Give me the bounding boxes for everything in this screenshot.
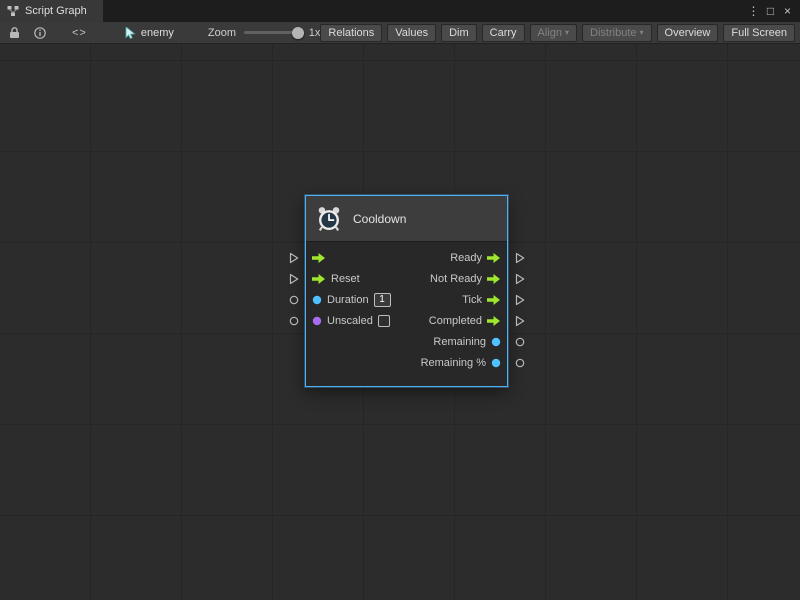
graph-name: enemy	[141, 27, 174, 39]
flow-output-port-completed[interactable]	[487, 315, 501, 327]
value-input-connector-unscaled[interactable]	[289, 316, 299, 326]
flow-input-port[interactable]	[312, 252, 326, 264]
window-controls: ⋮ □ ×	[745, 0, 800, 22]
port-label-unscaled: Unscaled	[327, 315, 373, 327]
unscaled-checkbox[interactable]	[378, 315, 390, 327]
port-row: Reset Not Ready	[306, 268, 507, 289]
flow-output-connector-ready[interactable]	[515, 252, 525, 264]
align-button[interactable]: Align ▾	[530, 24, 577, 42]
chevron-down-icon: ▾	[565, 28, 569, 37]
cooldown-node[interactable]: Cooldown Ready	[305, 195, 508, 387]
flow-output-connector-not-ready[interactable]	[515, 273, 525, 285]
toolbar-buttons: Relations Values Dim Carry Align ▾ Distr…	[320, 24, 796, 42]
tab-script-graph[interactable]: Script Graph	[0, 0, 103, 22]
port-row: Remaining %	[306, 352, 507, 373]
node-body: Ready Reset Not Ready	[306, 242, 507, 386]
graph-breadcrumb[interactable]: enemy	[125, 27, 174, 39]
port-label-remaining-percent: Remaining %	[421, 357, 486, 369]
flow-output-connector-completed[interactable]	[515, 315, 525, 327]
tab-label: Script Graph	[25, 5, 87, 17]
flow-input-connector-reset[interactable]	[289, 273, 299, 285]
flow-output-port-not-ready[interactable]	[487, 273, 501, 285]
script-graph-tab-icon	[7, 5, 19, 17]
flow-output-connector-tick[interactable]	[515, 294, 525, 306]
port-label-ready: Ready	[450, 252, 482, 264]
carry-button[interactable]: Carry	[482, 24, 525, 42]
flow-input-port-reset[interactable]	[312, 273, 326, 285]
distribute-button[interactable]: Distribute ▾	[582, 24, 651, 42]
port-label-completed: Completed	[429, 315, 482, 327]
value-output-connector-remaining-percent[interactable]	[515, 358, 525, 368]
close-icon[interactable]: ×	[779, 0, 796, 22]
lock-icon[interactable]	[9, 26, 20, 39]
values-button[interactable]: Values	[387, 24, 436, 42]
flow-input-connector[interactable]	[289, 252, 299, 264]
alarm-clock-icon	[316, 206, 342, 232]
graph-toolbar: <> enemy Zoom 1x Relations Values Dim Ca…	[0, 22, 800, 44]
port-label-tick: Tick	[462, 294, 482, 306]
port-row: Ready	[306, 247, 507, 268]
port-label-reset: Reset	[331, 273, 360, 285]
graph-canvas[interactable]: Cooldown Ready	[0, 44, 800, 600]
port-row: Unscaled Completed	[306, 310, 507, 331]
window-tab-bar: Script Graph ⋮ □ ×	[0, 0, 800, 22]
port-row: Remaining	[306, 331, 507, 352]
node-title: Cooldown	[353, 212, 406, 226]
value-input-port-duration[interactable]	[312, 295, 322, 305]
value-input-connector-duration[interactable]	[289, 295, 299, 305]
code-icon[interactable]: <>	[72, 27, 87, 39]
port-label-not-ready: Not Ready	[430, 273, 482, 285]
info-icon[interactable]	[34, 27, 46, 39]
zoom-slider[interactable]	[244, 26, 303, 40]
maximize-icon[interactable]: □	[762, 0, 779, 22]
dim-button[interactable]: Dim	[441, 24, 477, 42]
duration-input[interactable]	[374, 293, 391, 307]
relations-button[interactable]: Relations	[320, 24, 382, 42]
flow-output-port-ready[interactable]	[487, 252, 501, 264]
zoom-label: Zoom	[208, 27, 236, 39]
graph-pointer-icon	[125, 27, 136, 39]
kebab-menu-icon[interactable]: ⋮	[745, 0, 762, 22]
fullscreen-button[interactable]: Full Screen	[723, 24, 795, 42]
zoom-slider-handle[interactable]	[292, 27, 304, 39]
node-header[interactable]: Cooldown	[306, 196, 507, 242]
value-output-port-remaining-percent[interactable]	[491, 358, 501, 368]
value-input-port-unscaled[interactable]	[312, 316, 322, 326]
zoom-value: 1x	[309, 27, 321, 39]
port-label-duration: Duration	[327, 294, 369, 306]
port-label-remaining: Remaining	[433, 336, 486, 348]
port-row: Duration Tick	[306, 289, 507, 310]
value-output-connector-remaining[interactable]	[515, 337, 525, 347]
value-output-port-remaining[interactable]	[491, 337, 501, 347]
flow-output-port-tick[interactable]	[487, 294, 501, 306]
chevron-down-icon: ▾	[640, 28, 644, 37]
overview-button[interactable]: Overview	[657, 24, 719, 42]
